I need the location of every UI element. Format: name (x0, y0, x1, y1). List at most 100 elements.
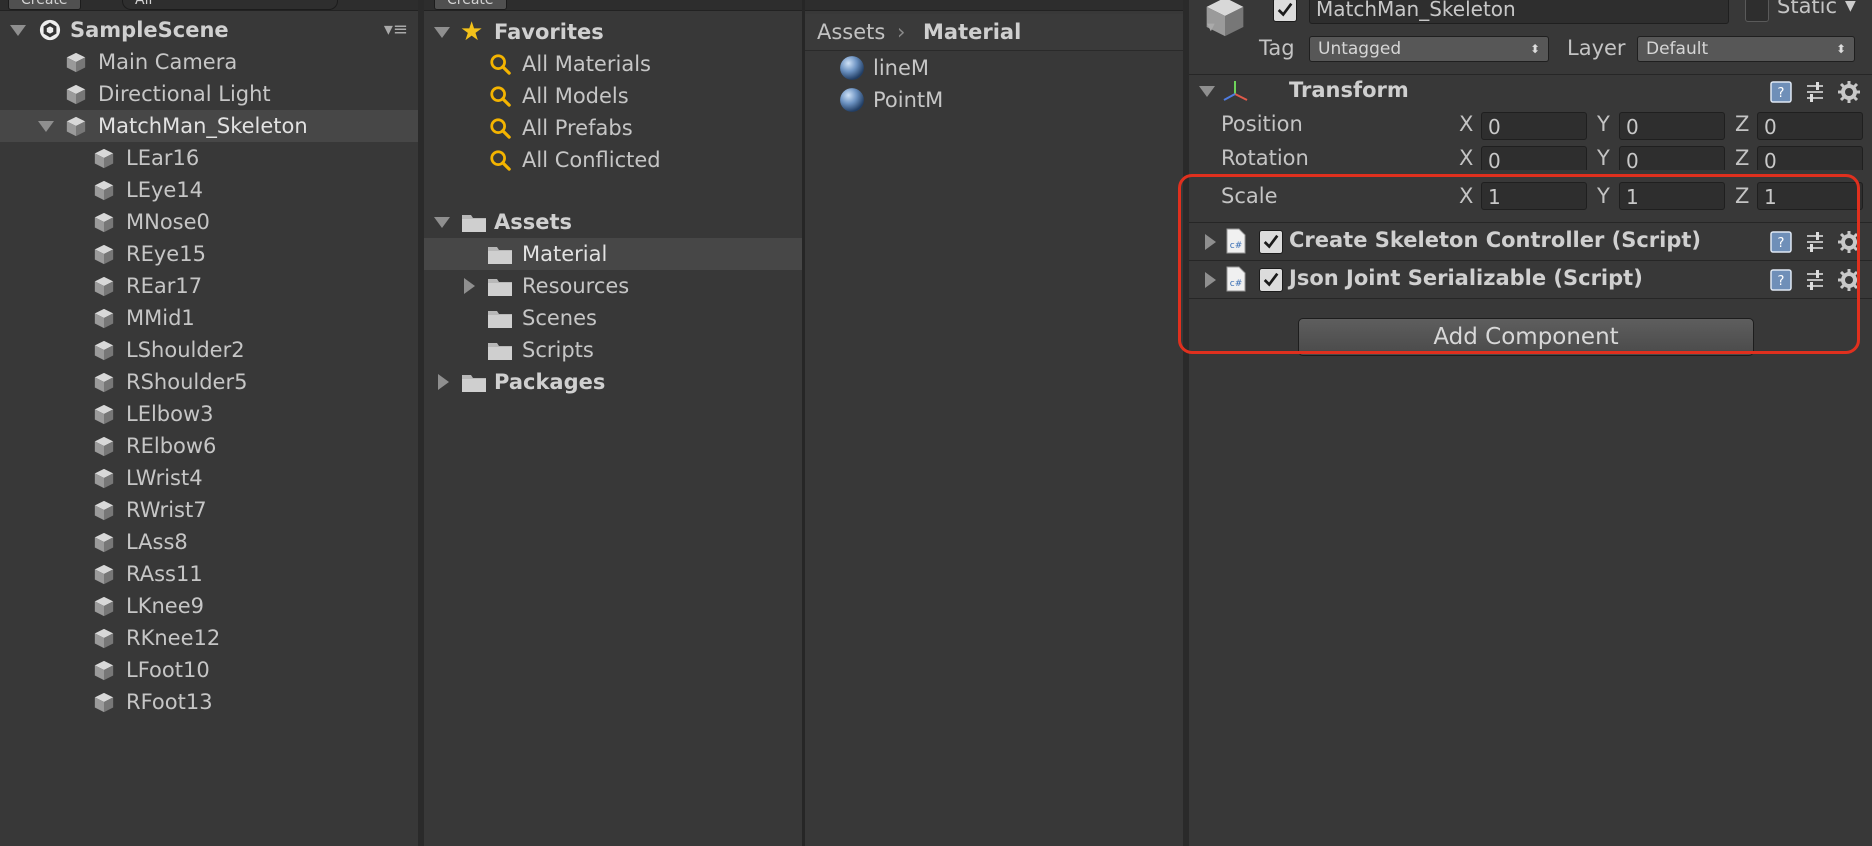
expand-arrow-icon[interactable] (434, 27, 450, 38)
static-dropdown-icon[interactable]: ▼ (1845, 0, 1856, 14)
hierarchy-item[interactable]: REye15 (0, 238, 418, 270)
rotation-z-field[interactable]: 0 (1757, 146, 1863, 170)
search-icon (488, 85, 512, 107)
hierarchy-item-label: RKnee12 (126, 626, 221, 650)
dropdown-arrow-icon[interactable]: ▼ (1207, 22, 1215, 33)
favorite-item[interactable]: All Materials (424, 48, 802, 80)
gameobject-icon (92, 595, 116, 617)
asset-item[interactable]: lineM (805, 52, 1183, 84)
folder-item-selected[interactable]: Material (424, 238, 802, 270)
collapse-arrow-icon[interactable] (464, 278, 475, 294)
hierarchy-item[interactable]: LAss8 (0, 526, 418, 558)
hierarchy-item[interactable]: RShoulder5 (0, 366, 418, 398)
hierarchy-item[interactable]: RAss11 (0, 558, 418, 590)
active-checkbox[interactable] (1273, 0, 1297, 22)
gameobject-icon (92, 243, 116, 265)
favorite-item[interactable]: All Prefabs (424, 112, 802, 144)
gameobject-icon (92, 403, 116, 425)
hierarchy-item-label: RWrist7 (126, 498, 207, 522)
asset-item[interactable]: PointM (805, 84, 1183, 116)
project-create-button[interactable]: Create (434, 0, 507, 10)
folder-icon (486, 243, 514, 265)
folder-item[interactable]: Scenes (424, 302, 802, 334)
tag-dropdown[interactable]: Untagged ⬍ (1309, 36, 1549, 62)
hierarchy-create-button[interactable]: Create (8, 0, 81, 10)
breadcrumb-root[interactable]: Assets (817, 14, 885, 50)
expand-arrow-icon[interactable] (10, 25, 26, 36)
layer-value: Default (1646, 39, 1709, 59)
divider (1189, 74, 1872, 75)
assets-header[interactable]: Assets (424, 206, 802, 238)
gameobject-icon (92, 691, 116, 713)
help-icon[interactable] (1769, 80, 1793, 104)
hierarchy-item[interactable]: LFoot10 (0, 654, 418, 686)
gameobject-icon (92, 371, 116, 393)
hierarchy-item-label: LShoulder2 (126, 338, 245, 362)
position-label: Position (1221, 112, 1303, 136)
gear-icon[interactable] (1837, 80, 1861, 104)
folder-item[interactable]: Resources (424, 270, 802, 302)
folder-item[interactable]: Scripts (424, 334, 802, 366)
hierarchy-item[interactable]: LElbow3 (0, 398, 418, 430)
hierarchy-item[interactable]: REar17 (0, 270, 418, 302)
hierarchy-item-selected[interactable]: MatchMan_Skeleton (0, 110, 418, 142)
collapse-arrow-icon[interactable] (438, 374, 449, 390)
position-y-field[interactable]: 0 (1619, 112, 1725, 140)
hierarchy-item-label: MMid1 (126, 306, 195, 330)
z-label: Z (1735, 112, 1750, 136)
hierarchy-item[interactable]: Main Camera (0, 46, 418, 78)
static-checkbox[interactable] (1745, 0, 1769, 22)
preset-sliders-icon[interactable] (1803, 80, 1827, 104)
hierarchy-item-label: LWrist4 (126, 466, 203, 490)
gameobject-icon (92, 147, 116, 169)
favorite-label: All Materials (522, 52, 651, 76)
hierarchy-item[interactable]: MMid1 (0, 302, 418, 334)
gameobject-icon (92, 563, 116, 585)
hierarchy-item-label: LElbow3 (126, 402, 214, 426)
hierarchy-item[interactable]: LEye14 (0, 174, 418, 206)
hierarchy-item-label: RFoot13 (126, 690, 213, 714)
rotation-x-field[interactable]: 0 (1481, 146, 1587, 170)
folder-label: Material (522, 242, 608, 266)
gameobject-icon (64, 83, 88, 105)
project-toolbar: Create (424, 0, 802, 11)
hierarchy-item[interactable]: LEar16 (0, 142, 418, 174)
updown-arrow-icon: ⬍ (1529, 42, 1540, 56)
favorites-header[interactable]: ★ Favorites (424, 16, 802, 48)
hierarchy-search-input[interactable]: All (122, 0, 338, 10)
hierarchy-item[interactable]: MNose0 (0, 206, 418, 238)
hierarchy-item[interactable]: LWrist4 (0, 462, 418, 494)
breadcrumb: Assets › Material (805, 14, 1183, 51)
hierarchy-item[interactable]: RElbow6 (0, 430, 418, 462)
hierarchy-item-label: LKnee9 (126, 594, 204, 618)
hierarchy-item[interactable]: RWrist7 (0, 494, 418, 526)
expand-arrow-icon[interactable] (38, 121, 54, 132)
favorite-item[interactable]: All Conflicted (424, 144, 802, 176)
packages-header[interactable]: Packages (424, 366, 802, 398)
expand-arrow-icon[interactable] (434, 217, 450, 228)
scene-menu-icon[interactable]: ▾≡ (384, 14, 408, 46)
favorite-item[interactable]: All Models (424, 80, 802, 112)
hierarchy-item[interactable]: Directional Light (0, 78, 418, 110)
highlight-annotation-box (1178, 174, 1860, 354)
layer-dropdown[interactable]: Default ⬍ (1637, 36, 1855, 62)
folder-icon (486, 339, 514, 361)
position-x-field[interactable]: 0 (1481, 112, 1587, 140)
hierarchy-item[interactable]: LKnee9 (0, 590, 418, 622)
scene-row[interactable]: SampleScene ▾≡ (0, 14, 418, 46)
hierarchy-item-label: LAss8 (126, 530, 188, 554)
hierarchy-item[interactable]: RFoot13 (0, 686, 418, 718)
layer-label: Layer (1567, 36, 1626, 60)
breadcrumb-current[interactable]: Material (923, 14, 1021, 50)
hierarchy-item[interactable]: LShoulder2 (0, 334, 418, 366)
folder-icon (486, 275, 514, 297)
object-name-field[interactable]: MatchMan_Skeleton (1309, 0, 1729, 24)
hierarchy-item-label: RShoulder5 (126, 370, 248, 394)
rotation-y-field[interactable]: 0 (1619, 146, 1725, 170)
position-z-field[interactable]: 0 (1757, 112, 1863, 140)
hierarchy-item-label: REye15 (126, 242, 206, 266)
hierarchy-item-label: Directional Light (98, 82, 271, 106)
folder-label: Scenes (522, 306, 597, 330)
hierarchy-item[interactable]: RKnee12 (0, 622, 418, 654)
expand-arrow-icon[interactable] (1199, 86, 1215, 97)
